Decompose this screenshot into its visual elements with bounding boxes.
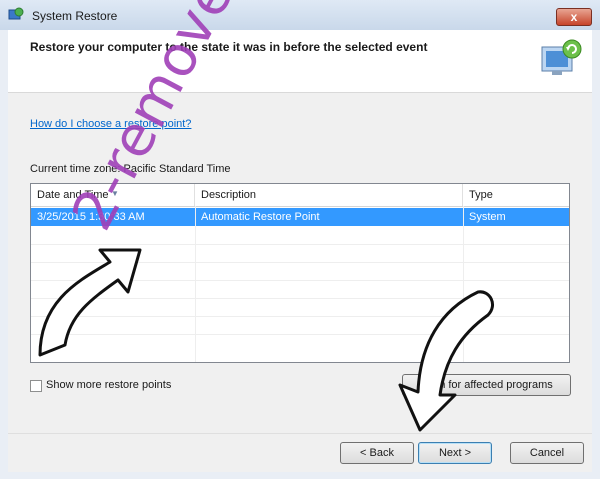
show-more-label: Show more restore points — [46, 379, 172, 391]
table-row[interactable]: 3/25/2015 1:30:33 AM Automatic Restore P… — [31, 208, 569, 226]
checkbox-box[interactable] — [30, 380, 42, 392]
sort-arrow-icon: ▼ — [111, 189, 119, 198]
column-header-type[interactable]: Type — [463, 184, 569, 206]
window-title: System Restore — [32, 9, 118, 23]
title-bar: System Restore x — [0, 0, 600, 30]
column-divider — [195, 206, 196, 362]
dialog-footer: < Back Next > Cancel — [8, 433, 592, 472]
page-heading: Restore your computer to the state it wa… — [30, 40, 428, 54]
system-restore-app-icon — [8, 7, 24, 20]
dialog-client: Restore your computer to the state it wa… — [8, 30, 592, 472]
time-zone-label: Current time zone: Pacific Standard Time — [30, 163, 231, 175]
cell-date: 3/25/2015 1:30:33 AM — [37, 211, 145, 223]
dialog-header: Restore your computer to the state it wa… — [8, 30, 592, 93]
close-button[interactable]: x — [556, 8, 592, 26]
grid-line — [31, 280, 569, 281]
close-icon: x — [570, 10, 578, 24]
next-button[interactable]: Next > — [418, 442, 492, 464]
grid-line — [31, 334, 569, 335]
help-link[interactable]: How do I choose a restore point? — [30, 118, 191, 130]
list-header: Date and Time ▼ Description Type — [31, 184, 569, 207]
system-restore-icon — [541, 39, 582, 75]
grid-line — [31, 298, 569, 299]
cell-type: System — [469, 211, 506, 223]
dialog-body: How do I choose a restore point? Current… — [8, 93, 592, 433]
column-divider — [463, 206, 464, 362]
grid-line — [31, 262, 569, 263]
column-header-description[interactable]: Description — [195, 184, 463, 206]
column-header-date-label: Date and Time — [37, 189, 109, 201]
grid-line — [31, 316, 569, 317]
grid-line — [31, 244, 569, 245]
column-header-description-label: Description — [201, 189, 257, 201]
column-header-type-label: Type — [469, 189, 493, 201]
restore-point-list[interactable]: Date and Time ▼ Description Type 3/25/20… — [30, 183, 570, 363]
scan-affected-programs-button[interactable]: Scan for affected programs — [402, 374, 571, 396]
cancel-button[interactable]: Cancel — [510, 442, 584, 464]
system-restore-window: System Restore x Restore your computer t… — [0, 0, 600, 479]
cell-description: Automatic Restore Point — [201, 211, 320, 223]
column-header-date[interactable]: Date and Time ▼ — [31, 184, 195, 206]
back-button[interactable]: < Back — [340, 442, 414, 464]
